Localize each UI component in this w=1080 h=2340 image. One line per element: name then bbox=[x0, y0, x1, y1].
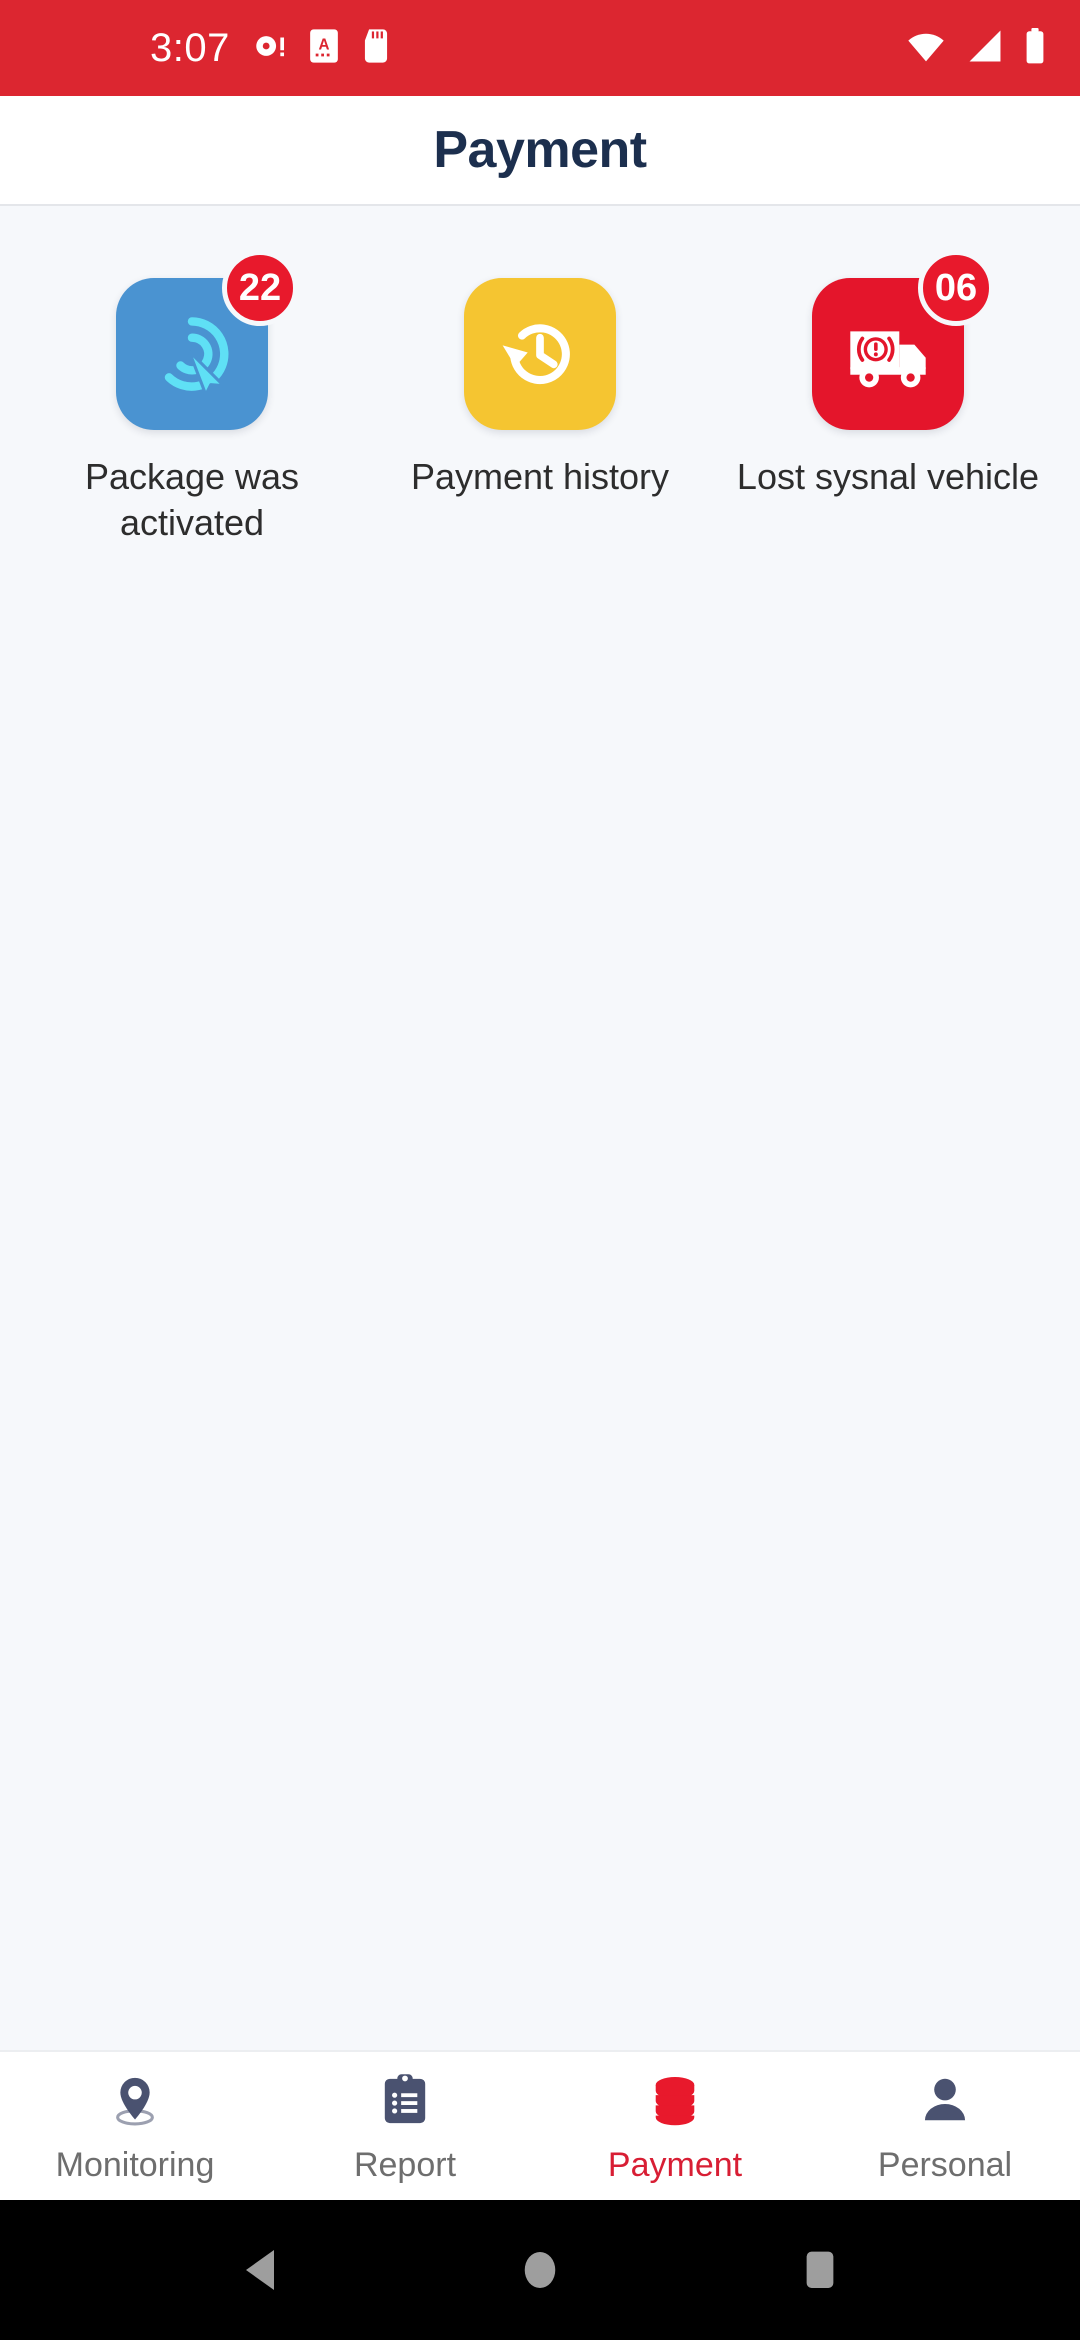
back-button[interactable] bbox=[200, 2200, 320, 2340]
back-triangle-icon bbox=[246, 2250, 274, 2290]
recents-button[interactable] bbox=[760, 2200, 880, 2340]
nav-label: Monitoring bbox=[55, 2146, 215, 2184]
tile-icon-wrap: 22 bbox=[116, 250, 298, 430]
nav-label: Personal bbox=[877, 2146, 1013, 2184]
screenshot-a-icon: A bbox=[308, 28, 340, 69]
tile-package-was-activated[interactable]: 22 Package was activated bbox=[18, 250, 366, 546]
coin-stack-icon bbox=[649, 2073, 701, 2132]
wifi-icon bbox=[906, 29, 946, 68]
nav-label: Report bbox=[353, 2146, 457, 2184]
app-bar: Payment bbox=[0, 96, 1080, 206]
shortcut-tile-row: 22 Package was activated Payment history bbox=[0, 250, 1080, 546]
cellular-signal-icon bbox=[966, 29, 1004, 68]
page-title: Payment bbox=[433, 121, 647, 179]
history-clock-icon bbox=[464, 278, 616, 430]
status-bar-right bbox=[906, 0, 1046, 96]
nav-item-personal[interactable]: Personal bbox=[810, 2052, 1080, 2200]
phone-screen: 3:07 A Payment 22 Package was activated … bbox=[0, 0, 1080, 2340]
nav-label: Payment bbox=[607, 2146, 743, 2184]
svg-text:A: A bbox=[318, 36, 329, 53]
alarm-clock-icon bbox=[252, 29, 286, 68]
person-icon bbox=[919, 2073, 971, 2132]
nav-item-report[interactable]: Report bbox=[270, 2052, 540, 2200]
tile-icon-wrap: 06 bbox=[812, 250, 994, 430]
tile-label: Lost sysnal vehicle bbox=[736, 456, 1040, 497]
status-bar-clock: 3:07 bbox=[150, 26, 230, 70]
tile-lost-signal-vehicle[interactable]: 06 Lost sysnal vehicle bbox=[714, 250, 1062, 500]
location-pin-icon bbox=[108, 2073, 162, 2132]
status-bar: 3:07 A bbox=[0, 0, 1080, 96]
main-content: 22 Package was activated Payment history bbox=[0, 206, 1080, 2050]
home-button[interactable] bbox=[480, 2200, 600, 2340]
tile-payment-history[interactable]: Payment history bbox=[366, 278, 714, 500]
tile-label: Package was activated bbox=[84, 456, 300, 544]
nav-item-payment[interactable]: Payment bbox=[540, 2052, 810, 2200]
android-system-nav bbox=[0, 2200, 1080, 2340]
nav-item-monitoring[interactable]: Monitoring bbox=[0, 2052, 270, 2200]
tile-label: Payment history bbox=[410, 456, 670, 497]
battery-icon bbox=[1024, 27, 1046, 69]
clipboard-list-icon bbox=[380, 2073, 430, 2132]
status-badge: 06 bbox=[918, 250, 994, 326]
tile-icon-wrap bbox=[464, 278, 616, 430]
status-bar-left: 3:07 A bbox=[0, 28, 390, 69]
status-badge: 22 bbox=[222, 250, 298, 326]
sd-card-icon bbox=[362, 28, 390, 69]
bottom-navigation: Monitoring Report Payment Personal bbox=[0, 2050, 1080, 2200]
home-circle-icon bbox=[524, 2252, 556, 2288]
recents-square-icon bbox=[806, 2251, 834, 2288]
